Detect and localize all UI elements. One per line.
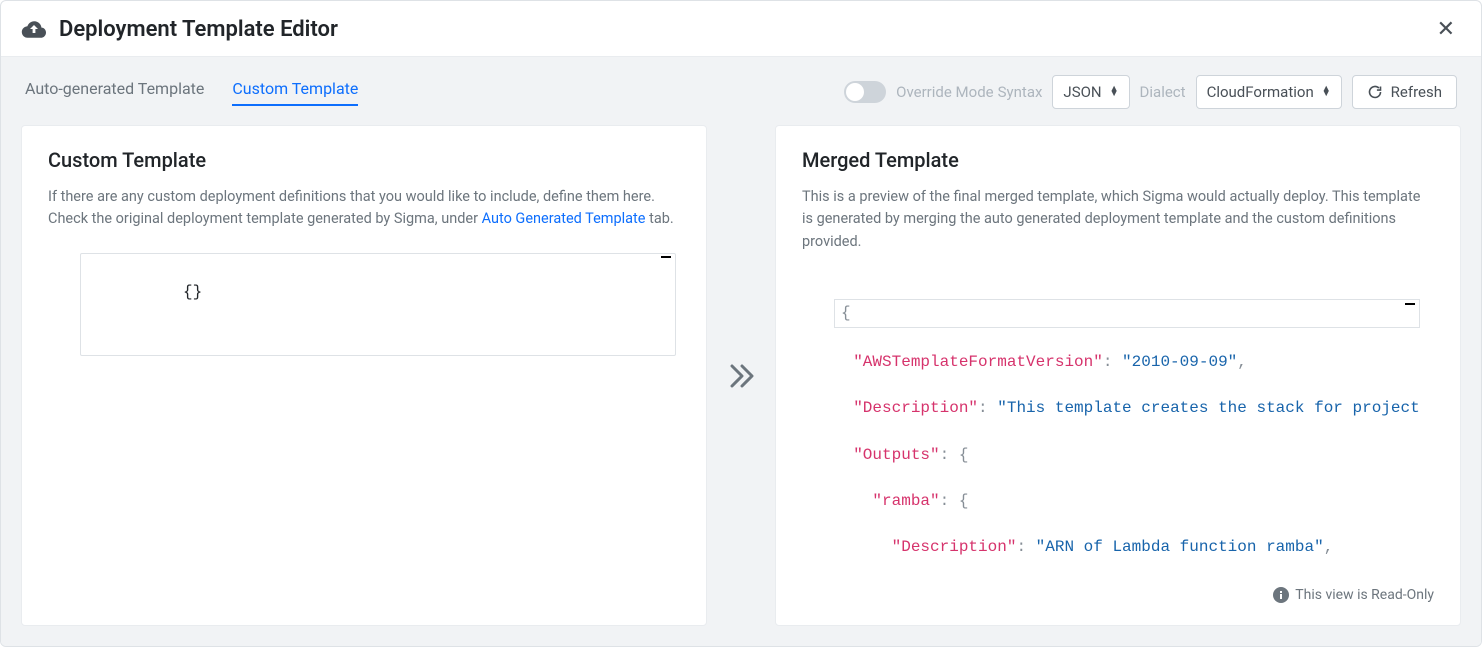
code-token: ,	[1324, 538, 1334, 556]
deployment-template-editor-modal: Deployment Template Editor ✕ Auto-genera…	[0, 0, 1482, 647]
code-token: :	[1016, 538, 1035, 556]
code-token: "AWSTemplateFormatVersion"	[853, 353, 1103, 371]
merge-arrow	[719, 125, 763, 626]
custom-template-code-editor[interactable]: {}	[80, 253, 676, 356]
readonly-text: This view is Read-Only	[1295, 587, 1434, 603]
modal-header: Deployment Template Editor ✕	[1, 1, 1481, 57]
code-token: :	[940, 446, 959, 464]
merged-template-code-viewer: { "AWSTemplateFormatVersion": "2010-09-0…	[834, 275, 1434, 579]
syntax-select[interactable]: JSON ▲▼	[1052, 75, 1129, 109]
merged-template-panel: Merged Template This is a preview of the…	[775, 125, 1461, 626]
sort-icon: ▲▼	[1322, 87, 1331, 97]
code-token: "Description"	[892, 538, 1017, 556]
code-token: "This template creates the stack for pro…	[997, 399, 1419, 417]
override-mode-toggle[interactable]	[844, 81, 886, 103]
dialect-value: CloudFormation	[1207, 83, 1314, 101]
dialect-label: Dialect	[1140, 83, 1186, 101]
modal-body: Auto-generated Template Custom Template …	[1, 57, 1481, 646]
syntax-label: Syntax	[998, 83, 1043, 101]
tab-custom-template[interactable]: Custom Template	[232, 79, 358, 106]
topbar: Auto-generated Template Custom Template …	[21, 57, 1461, 125]
panels: Custom Template If there are any custom …	[21, 125, 1461, 626]
merged-template-desc: This is a preview of the final merged te…	[802, 186, 1434, 253]
syntax-value: JSON	[1063, 83, 1101, 101]
tab-auto-generated[interactable]: Auto-generated Template	[25, 79, 204, 106]
code-token: "Description"	[853, 399, 978, 417]
merged-template-title: Merged Template	[802, 148, 1434, 172]
refresh-button[interactable]: Refresh	[1352, 75, 1457, 109]
refresh-icon	[1367, 84, 1383, 100]
code-token: :	[1103, 353, 1122, 371]
modal-title: Deployment Template Editor	[59, 17, 1431, 42]
cursor-mark-icon	[661, 256, 671, 258]
auto-generated-template-link[interactable]: Auto Generated Template	[482, 210, 646, 227]
close-button[interactable]: ✕	[1431, 17, 1461, 42]
override-mode-label: Override Mode	[896, 83, 993, 101]
code-token: "ARN of Lambda function ramba"	[1036, 538, 1324, 556]
tabs: Auto-generated Template Custom Template	[25, 79, 822, 106]
refresh-label: Refresh	[1391, 83, 1442, 101]
code-token: ,	[1237, 353, 1247, 371]
code-token: "ramba"	[872, 492, 939, 510]
code-token: :	[978, 399, 997, 417]
readonly-note: This view is Read-Only	[802, 587, 1434, 603]
toggle-knob	[846, 83, 864, 101]
code-token: "Outputs"	[853, 446, 939, 464]
cloud-upload-icon	[21, 19, 47, 41]
dialect-select[interactable]: CloudFormation ▲▼	[1196, 75, 1342, 109]
code-content: {}	[183, 283, 202, 301]
code-token: "2010-09-09"	[1122, 353, 1237, 371]
code-token: :	[940, 492, 959, 510]
custom-template-panel: Custom Template If there are any custom …	[21, 125, 707, 626]
code-token: {	[841, 304, 851, 322]
chevron-double-right-icon	[724, 359, 758, 393]
info-icon	[1273, 587, 1289, 603]
custom-template-title: Custom Template	[48, 148, 680, 172]
cursor-mark-icon	[1405, 303, 1415, 305]
controls: Override Mode Syntax JSON ▲▼ Dialect Clo…	[844, 75, 1457, 109]
code-token: {	[959, 492, 969, 510]
code-token: {	[959, 446, 969, 464]
desc-text: tab.	[645, 210, 673, 227]
custom-template-desc: If there are any custom deployment defin…	[48, 186, 680, 231]
sort-icon: ▲▼	[1110, 87, 1119, 97]
